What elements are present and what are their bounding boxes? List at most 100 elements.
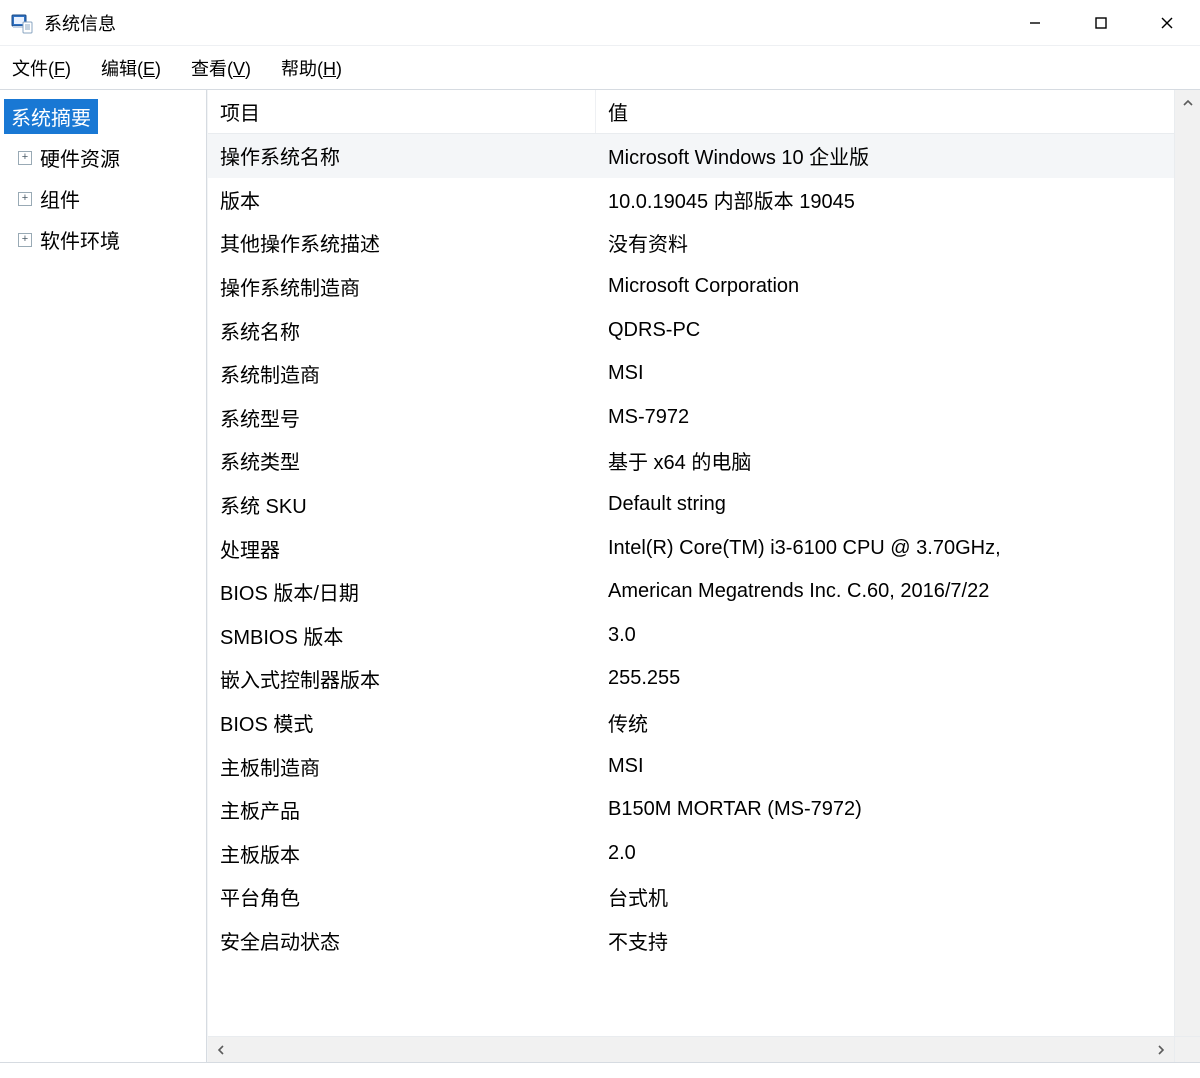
cell-item: 系统型号 (208, 403, 596, 432)
cell-value: Intel(R) Core(TM) i3-6100 CPU @ 3.70GHz, (596, 537, 1174, 560)
table-row[interactable]: SMBIOS 版本3.0 (208, 614, 1174, 658)
cell-item: 安全启动状态 (208, 926, 596, 955)
close-button[interactable] (1134, 0, 1200, 45)
cell-item: 操作系统名称 (208, 141, 596, 170)
window-controls (1002, 0, 1200, 45)
table-row[interactable]: 嵌入式控制器版本255.255 (208, 657, 1174, 701)
cell-value: American Megatrends Inc. C.60, 2016/7/22 (596, 580, 1174, 603)
cell-item: 主板版本 (208, 839, 596, 868)
cell-item: 平台角色 (208, 882, 596, 911)
table-row[interactable]: 版本10.0.19045 内部版本 19045 (208, 178, 1174, 222)
menu-help[interactable]: 帮助(H) (279, 51, 344, 85)
menu-view-mnemonic: V (233, 59, 245, 79)
scroll-up-icon[interactable] (1175, 90, 1200, 116)
listview: 项目 值 操作系统名称Microsoft Windows 10 企业版版本10.… (208, 90, 1200, 1036)
cell-item: 嵌入式控制器版本 (208, 664, 596, 693)
cell-item: 系统类型 (208, 446, 596, 475)
cell-value: 台式机 (596, 882, 1174, 911)
cell-value: 2.0 (596, 842, 1174, 865)
cell-item: 系统 SKU (208, 490, 596, 519)
cell-item: 版本 (208, 185, 596, 214)
tree-node[interactable]: + 硬件资源 (4, 137, 202, 178)
cell-value: Default string (596, 493, 1174, 516)
tree-root-label: 系统摘要 (4, 99, 98, 134)
menu-view-label: 查看 (191, 59, 227, 79)
body: 系统摘要 +硬件资源+组件+软件环境 项目 值 操作系统名称Microsoft … (0, 90, 1200, 1062)
cell-value: 255.255 (596, 667, 1174, 690)
table-row[interactable]: 主板产品B150M MORTAR (MS-7972) (208, 788, 1174, 832)
listview-columns: 项目 值 操作系统名称Microsoft Windows 10 企业版版本10.… (208, 90, 1174, 1036)
maximize-button[interactable] (1068, 0, 1134, 45)
column-header-value[interactable]: 值 (596, 90, 1174, 133)
table-row[interactable]: 系统类型基于 x64 的电脑 (208, 439, 1174, 483)
tree-node[interactable]: + 组件 (4, 178, 202, 219)
table-row[interactable]: BIOS 版本/日期American Megatrends Inc. C.60,… (208, 570, 1174, 614)
menu-help-label: 帮助 (281, 59, 317, 79)
cell-value: Microsoft Windows 10 企业版 (596, 141, 1174, 170)
cell-value: MSI (596, 362, 1174, 385)
cell-item: BIOS 版本/日期 (208, 577, 596, 606)
table-row[interactable]: 操作系统名称Microsoft Windows 10 企业版 (208, 134, 1174, 178)
table-row[interactable]: 系统 SKUDefault string (208, 483, 1174, 527)
minimize-button[interactable] (1002, 0, 1068, 45)
cell-item: BIOS 模式 (208, 708, 596, 737)
table-row[interactable]: 操作系统制造商Microsoft Corporation (208, 265, 1174, 309)
cell-value: MS-7972 (596, 406, 1174, 429)
detail-panel: 项目 值 操作系统名称Microsoft Windows 10 企业版版本10.… (207, 90, 1200, 1062)
vertical-scrollbar[interactable] (1174, 90, 1200, 1036)
table-row[interactable]: 其他操作系统描述没有资料 (208, 221, 1174, 265)
listview-body: 操作系统名称Microsoft Windows 10 企业版版本10.0.190… (208, 134, 1174, 962)
table-row[interactable]: 处理器Intel(R) Core(TM) i3-6100 CPU @ 3.70G… (208, 526, 1174, 570)
expander-icon[interactable]: + (18, 192, 32, 206)
menu-file[interactable]: 文件(F) (10, 51, 73, 85)
table-row[interactable]: 系统名称QDRS-PC (208, 308, 1174, 352)
expander-icon[interactable]: + (18, 151, 32, 165)
cell-item: 操作系统制造商 (208, 272, 596, 301)
horizontal-scrollbar[interactable] (208, 1036, 1200, 1062)
cell-value: QDRS-PC (596, 319, 1174, 342)
cell-value: MSI (596, 755, 1174, 778)
table-row[interactable]: 主板版本2.0 (208, 832, 1174, 876)
menubar: 文件(F) 编辑(E) 查看(V) 帮助(H) (0, 46, 1200, 90)
table-row[interactable]: 系统型号MS-7972 (208, 396, 1174, 440)
menu-help-mnemonic: H (323, 59, 336, 79)
tree-node[interactable]: + 软件环境 (4, 219, 202, 260)
cell-item: 主板制造商 (208, 752, 596, 781)
tree-node-label: 硬件资源 (40, 143, 120, 172)
cell-value: 不支持 (596, 926, 1174, 955)
menu-edit[interactable]: 编辑(E) (99, 51, 163, 85)
cell-item: 处理器 (208, 534, 596, 563)
tree-panel: 系统摘要 + 硬件资源 + 组件 + 软件环境 (0, 90, 207, 1062)
menu-view[interactable]: 查看(V) (189, 51, 253, 85)
table-row[interactable]: 平台角色台式机 (208, 875, 1174, 919)
cell-value: 基于 x64 的电脑 (596, 446, 1174, 475)
table-row[interactable]: BIOS 模式传统 (208, 701, 1174, 745)
listview-header: 项目 值 (208, 90, 1174, 134)
cell-item: SMBIOS 版本 (208, 621, 596, 650)
scrollbar-corner (1174, 1037, 1200, 1063)
column-header-item[interactable]: 项目 (208, 90, 596, 133)
statusbar (0, 1062, 1200, 1078)
cell-value: 没有资料 (596, 228, 1174, 257)
cell-value: 10.0.19045 内部版本 19045 (596, 185, 1174, 214)
scroll-left-icon[interactable] (208, 1037, 234, 1063)
app-icon (10, 11, 34, 35)
cell-item: 系统名称 (208, 316, 596, 345)
tree-node-label: 软件环境 (40, 225, 120, 254)
expander-icon[interactable]: + (18, 233, 32, 247)
tree-root[interactable]: 系统摘要 (4, 96, 202, 137)
tree-node-label: 组件 (40, 184, 80, 213)
cell-value: 3.0 (596, 624, 1174, 647)
table-row[interactable]: 主板制造商MSI (208, 744, 1174, 788)
table-row[interactable]: 系统制造商MSI (208, 352, 1174, 396)
menu-edit-mnemonic: E (143, 59, 155, 79)
cell-value: B150M MORTAR (MS-7972) (596, 798, 1174, 821)
cell-item: 其他操作系统描述 (208, 228, 596, 257)
cell-value: 传统 (596, 708, 1174, 737)
cell-item: 主板产品 (208, 795, 596, 824)
table-row[interactable]: 安全启动状态不支持 (208, 919, 1174, 963)
titlebar: 系统信息 (0, 0, 1200, 46)
cell-value: Microsoft Corporation (596, 275, 1174, 298)
menu-file-mnemonic: F (54, 59, 65, 79)
scroll-right-icon[interactable] (1148, 1037, 1174, 1063)
